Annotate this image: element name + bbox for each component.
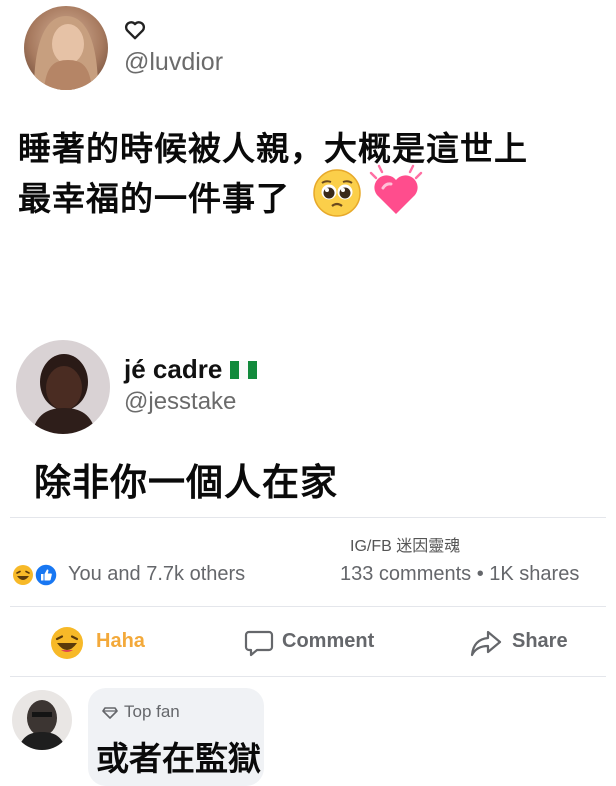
comment-bubble-icon [244, 628, 274, 658]
diamond-icon [102, 704, 118, 720]
avatar-jesstake[interactable] [16, 340, 110, 434]
haha-label: Haha [96, 630, 145, 652]
haha-button[interactable]: Haha [50, 620, 170, 664]
heart-outline-icon[interactable] [124, 20, 146, 40]
avatar-commenter[interactable] [12, 690, 72, 750]
share-button[interactable]: Share [470, 620, 580, 664]
reactions-count[interactable]: You and 7.7k others [68, 563, 245, 586]
watermark: IG/FB 迷因靈魂 [350, 538, 461, 555]
nigeria-flag-icon [230, 361, 257, 379]
haha-reaction-icon [12, 564, 34, 586]
post2-display-name[interactable]: jé cadre [124, 354, 222, 385]
divider-bottom [10, 676, 606, 677]
post1-text-line1: 睡著的時候被人親，大概是這世上 [18, 129, 528, 168]
share-label: Share [512, 630, 568, 652]
comment-bubble[interactable]: Top fan 或者在監獄 [88, 688, 264, 786]
post1-username[interactable]: @luvdior [124, 48, 223, 77]
post1-text-line2: 最幸福的一件事了 [18, 179, 290, 218]
top-fan-badge: Top fan [102, 702, 242, 724]
post2-username[interactable]: @jesstake [124, 388, 236, 416]
pleading-face-emoji [312, 168, 362, 218]
top-fan-label: Top fan [124, 702, 180, 721]
growing-heart-emoji [368, 164, 424, 220]
comment-text: 或者在監獄 [96, 739, 261, 778]
share-arrow-icon [470, 628, 502, 658]
comment-label: Comment [282, 630, 375, 652]
divider-top [10, 517, 606, 518]
comment-button[interactable]: Comment [244, 620, 394, 664]
post2-text: 除非你一個人在家 [34, 461, 338, 504]
haha-icon [50, 626, 84, 660]
comments-shares-count[interactable]: 133 comments • 1K shares [340, 563, 579, 586]
avatar-luvdior[interactable] [24, 6, 108, 90]
like-reaction-icon [34, 563, 58, 587]
divider-middle [10, 606, 606, 607]
